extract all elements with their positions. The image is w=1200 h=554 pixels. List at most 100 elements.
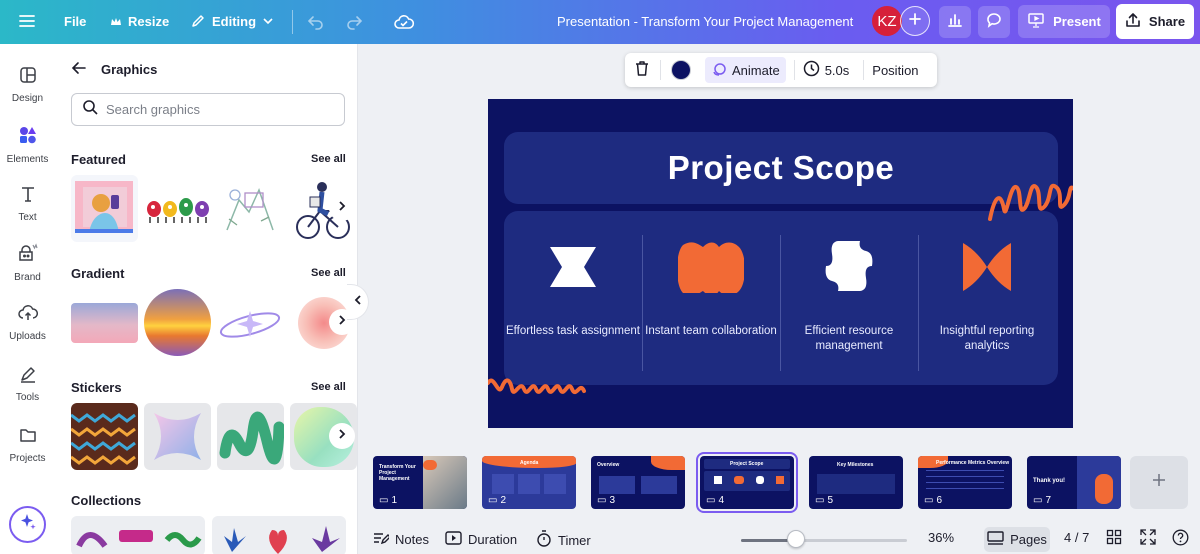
slide-title-box[interactable]: Project Scope [504,132,1058,204]
page-thumbnail[interactable]: Transform Your Project Management ▭ 1 [373,456,467,509]
feature-column[interactable]: Effortless task assignment [504,211,642,385]
undo-button[interactable] [306,12,326,32]
timer-label: Timer [558,532,591,548]
notes-button[interactable]: Notes [372,530,429,549]
search-field[interactable] [71,93,345,126]
animate-icon [711,61,727,80]
featured-graphic-line-art[interactable] [217,175,284,242]
feature-column[interactable]: Instant team collaboration [642,211,780,385]
rail-item-projects[interactable]: Projects [0,426,55,464]
sticker-star-gradient[interactable] [144,403,211,470]
rail-item-text[interactable]: Text [0,185,55,223]
page-strip: Transform Your Project Management ▭ 1 Age… [358,446,1200,522]
insights-button[interactable] [939,6,971,38]
cloud-upload-icon [17,304,38,325]
badge-shape [825,241,873,291]
slide-title[interactable]: Project Scope [668,149,895,187]
collection-card-stickers[interactable] [71,516,205,554]
slide-features-box[interactable]: Effortless task assignment Instant team … [504,211,1058,385]
page-number: ▭ 5 [815,495,834,506]
timer-button[interactable]: Timer [536,530,591,550]
delete-button[interactable] [625,60,656,80]
bowtie-shape [963,243,1011,291]
page-thumbnail-title: Transform Your Project Management [379,464,416,482]
sticker-zigzag-pattern[interactable] [71,403,138,470]
section-title-collections: Collections [71,493,142,508]
zoom-slider-handle[interactable] [786,530,805,548]
duration-button[interactable]: Duration [445,530,517,549]
play-screen-icon [445,530,462,549]
stickers-next-arrow[interactable] [329,423,355,449]
page-thumbnail[interactable]: Key Milestones ▭ 5 [809,456,903,509]
animate-button[interactable]: Animate [705,57,786,83]
color-picker-button[interactable] [665,60,697,80]
page-thumbnail[interactable]: Agenda ▭ 2 [482,456,576,509]
main-menu-button[interactable] [18,12,36,30]
collapse-panel-button[interactable] [347,284,369,320]
plus-icon [1152,473,1166,492]
rail-item-tools[interactable]: Tools [0,365,55,403]
share-label: Share [1148,14,1186,29]
back-arrow-icon[interactable] [71,60,87,79]
featured-next-arrow[interactable] [329,195,355,221]
page-thumbnail-title: Overview [597,462,620,468]
page-thumbnail-title: Agenda [520,460,539,466]
folder-icon [19,426,37,447]
feature-column[interactable]: Insightful reporting analytics [918,211,1056,385]
see-all-gradient-link[interactable]: See all [311,267,346,279]
upload-icon [1125,12,1141,31]
element-toolbar: Animate 5.0s Position [625,53,937,87]
invite-button[interactable] [900,6,930,36]
page-number: ▭ 7 [1033,495,1052,506]
gradient-graphic-planet-ring[interactable] [217,289,284,356]
share-button[interactable]: Share [1116,4,1194,39]
rail-item-uploads[interactable]: Uploads [0,304,55,342]
page-thumbnail[interactable]: Performance Metrics Overview ▭ 6 [918,456,1012,509]
comments-button[interactable] [978,6,1010,38]
collection-card-plants[interactable] [212,516,346,554]
page-thumbnail-active[interactable]: Project Scope ▭ 4 [696,452,798,513]
see-all-stickers-link[interactable]: See all [311,381,346,393]
pages-button[interactable]: Pages [984,527,1050,552]
file-menu-button[interactable]: File [64,14,86,29]
rail-item-elements[interactable]: Elements [0,125,55,165]
page-thumbnail-title: Performance Metrics Overview [936,460,1010,466]
rail-item-brand[interactable]: Brand [0,243,55,283]
cloud-save-button[interactable] [393,11,415,33]
comment-icon [985,11,1003,34]
featured-graphic-monsters[interactable] [144,175,211,242]
presenter-icon: ▭ [597,495,607,506]
editing-mode-button[interactable]: Editing [190,13,274,29]
feature-label: Insightful reporting analytics [939,325,1035,352]
redo-button[interactable] [344,12,364,32]
duration-button[interactable]: 5.0s [803,60,856,80]
zoom-level-button[interactable]: 36% [928,530,954,545]
position-button[interactable]: Position [872,63,924,78]
rail-item-design[interactable]: Design [0,66,55,104]
magic-assistant-button[interactable] [9,506,46,543]
grid-view-button[interactable] [1106,529,1122,548]
gradient-graphic-sunset-circle[interactable] [144,289,211,356]
page-thumbnail[interactable]: Thank you! ▭ 7 [1027,456,1121,509]
zoom-slider-track[interactable] [741,539,907,542]
resize-button[interactable]: Resize [110,14,169,29]
feature-column[interactable]: Efficient resource management [780,211,918,385]
page-thumbnail[interactable]: Overview ▭ 3 [591,456,685,509]
fullscreen-button[interactable] [1140,529,1156,548]
orange-scribble-bottom-left [488,378,586,395]
present-button[interactable]: Present [1018,5,1110,38]
left-rail: Design Elements Text Brand Uploads Tools… [0,44,55,554]
help-button[interactable] [1172,529,1189,549]
avatar[interactable]: KZ [872,6,902,36]
sticker-green-squiggle[interactable] [217,403,284,470]
add-page-button[interactable] [1130,456,1188,509]
featured-graphic-person-phone[interactable] [71,175,138,242]
gradient-graphic-pink-sky[interactable] [71,289,138,356]
page-counter-button[interactable]: 4 / 7 [1064,530,1089,545]
see-all-featured-link[interactable]: See all [311,153,346,165]
section-title-gradient: Gradient [71,266,125,281]
document-title[interactable]: Presentation - Transform Your Project Ma… [557,14,853,29]
search-input[interactable] [106,102,326,117]
top-bar: File Resize Editing Presentation - Trans… [0,0,1200,44]
slide-canvas[interactable]: Project Scope Effortless task assignment… [488,99,1073,428]
